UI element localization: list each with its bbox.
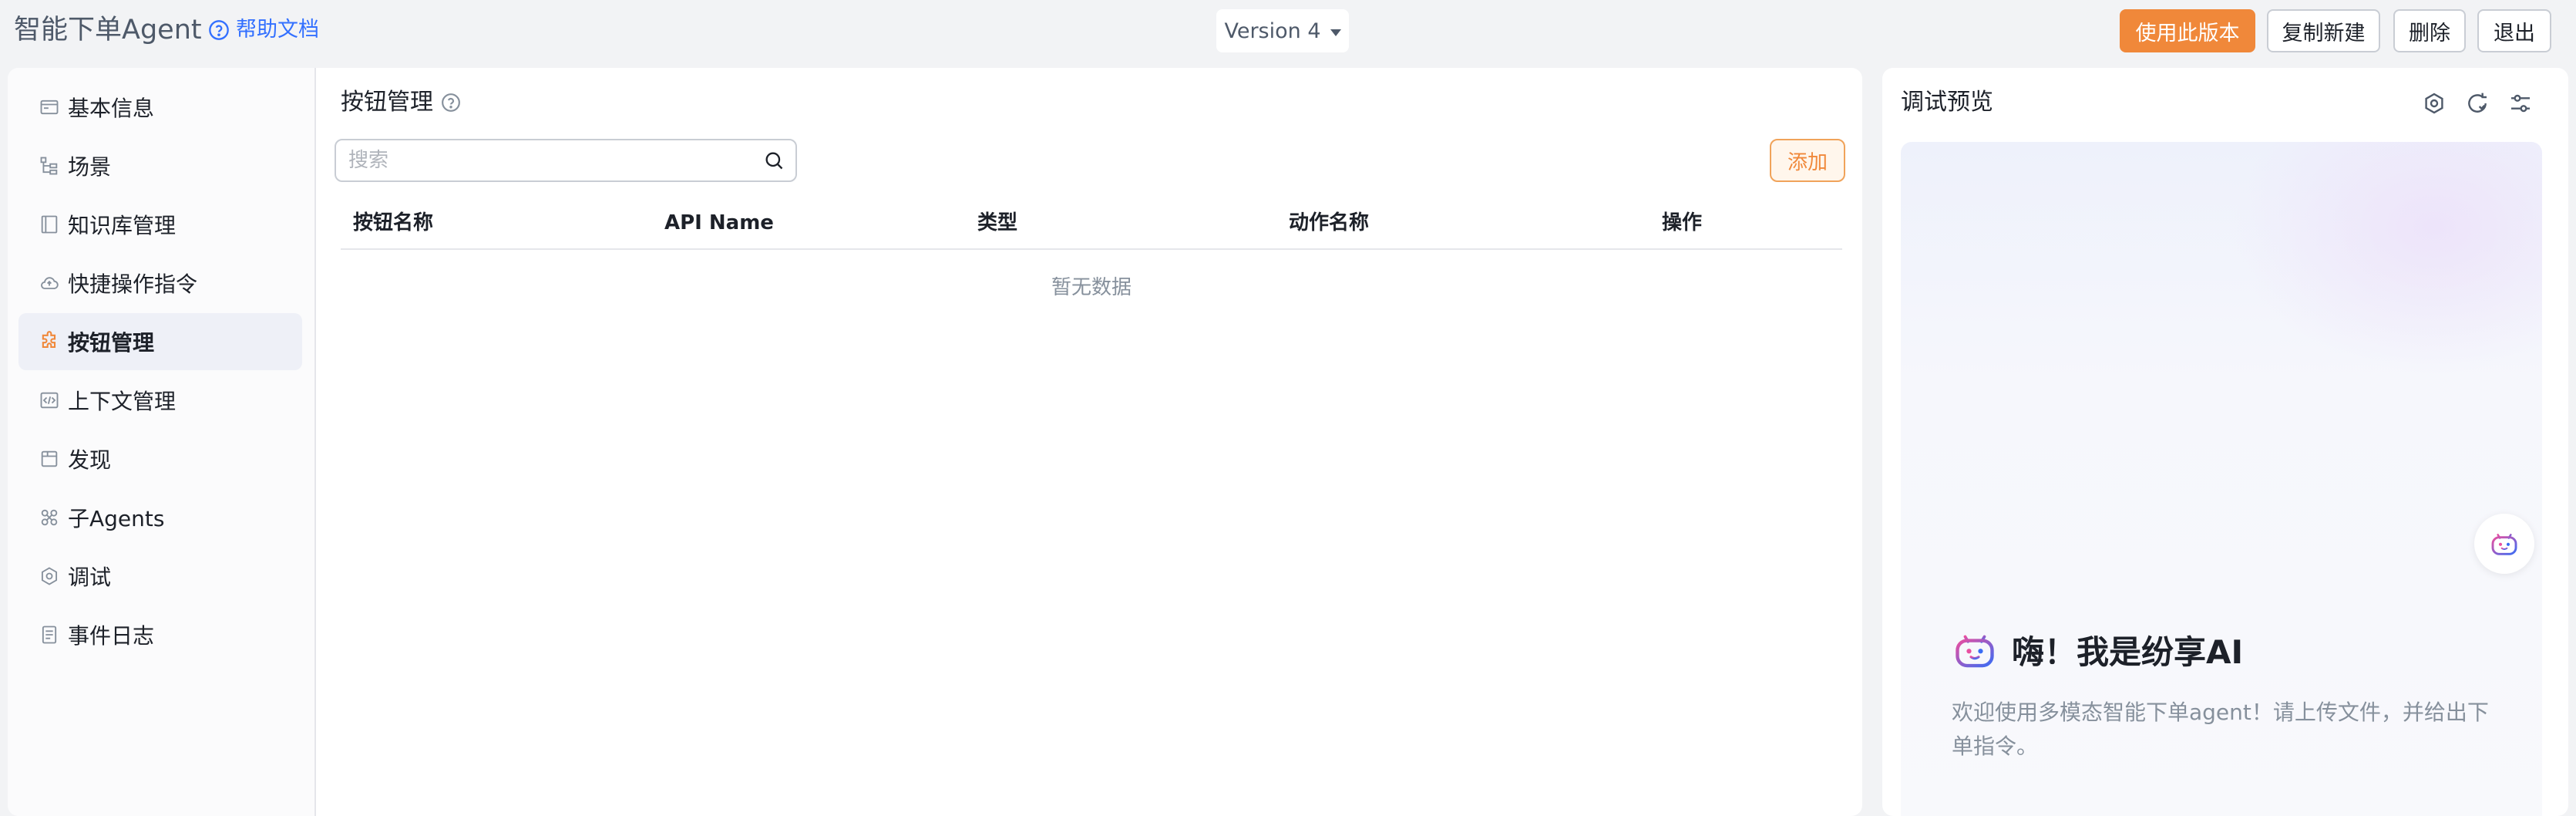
version-label: Version 4 [1224,19,1321,43]
copy-new-button[interactable]: 复制新建 [2267,9,2380,52]
cloud-icon [41,277,59,289]
sidebar-item-label: 子Agents [68,506,165,531]
sidebar-item-shortcut[interactable]: 快捷操作指令 [18,255,302,312]
greeting-description: 欢迎使用多模态智能下单agent！请上传文件，并给出下单指令。 [1952,700,2489,759]
sidebar-item-label: 知识库管理 [68,213,177,238]
exit-button[interactable]: 退出 [2477,9,2551,52]
greeting: 嗨！我是纷享AI [1952,626,2243,673]
app-title: 智能下单Agent [14,15,202,46]
chat-area: 嗨！我是纷享AI 欢迎使用多模态智能下单agent！请上传文件，并给出下单指令。 [1901,142,2542,816]
table-header: 按钮名称 API Name 类型 动作名称 操作 [341,196,1842,250]
log-icon [42,625,57,644]
bot-icon [2491,534,2517,555]
sidebar-item-scene[interactable]: 场景 [18,137,302,194]
sidebar-item-label: 快捷操作指令 [68,271,198,297]
code-icon [40,392,59,409]
search-box[interactable] [335,139,797,182]
refresh-icon[interactable] [2465,91,2490,116]
button-manage-content: 按钮管理 添加 按钮名称 API Name 类型 动作名称 操作 暂无数据 [316,68,1862,816]
link-icon [41,509,58,526]
sidebar: 基本信息 场景 知识库管理 快捷操作指令 按钮管理 上下文管理 发现 子Agen… [8,68,316,816]
sidebar-item-label: 发现 [68,447,112,473]
search-input[interactable] [348,149,763,172]
column-header-api-name: API Name [664,211,774,234]
sliders-icon[interactable] [2508,91,2533,116]
version-select[interactable]: Version 4 [1216,9,1349,52]
sidebar-item-label: 按钮管理 [68,330,155,356]
sidebar-item-label: 基本信息 [68,96,155,121]
help-circle-icon [209,20,229,40]
chevron-down-icon [1330,29,1341,36]
floating-assistant-button[interactable] [2474,514,2534,574]
book-icon [41,215,58,234]
sidebar-item-label: 调试 [68,565,112,590]
sidebar-item-debug[interactable]: 调试 [18,548,302,605]
box-icon [41,450,58,467]
delete-button[interactable]: 删除 [2393,9,2466,52]
button-table: 按钮名称 API Name 类型 动作名称 操作 暂无数据 [341,196,1842,300]
search-icon[interactable] [763,150,785,171]
main-panel: 基本信息 场景 知识库管理 快捷操作指令 按钮管理 上下文管理 发现 子Agen… [8,68,1862,816]
add-button[interactable]: 添加 [1770,139,1845,182]
top-bar: 智能下单Agent 帮助文档 Version 4 使用此版本 复制新建 删除 退… [0,0,2576,66]
empty-state-text: 暂无数据 [1051,276,1132,299]
sidebar-item-discover[interactable]: 发现 [18,430,302,487]
sidebar-item-event-log[interactable]: 事件日志 [18,606,302,663]
page-title: 按钮管理 [341,89,433,116]
sidebar-item-button-manage[interactable]: 按钮管理 [18,313,302,370]
help-link[interactable]: 帮助文档 [208,15,319,45]
sidebar-item-label: 上下文管理 [68,389,177,414]
sidebar-item-sub-agents[interactable]: 子Agents [18,489,302,546]
help-label: 帮助文档 [236,18,319,42]
sidebar-item-knowledge[interactable]: 知识库管理 [18,196,302,253]
card-icon [40,99,59,115]
gear-icon [41,567,58,585]
column-header-type: 类型 [977,211,1018,234]
tree-icon [40,157,58,175]
bot-icon [1956,635,1994,667]
use-version-button[interactable]: 使用此版本 [2120,9,2255,52]
puzzle-icon [42,331,56,349]
greeting-title: 嗨！我是纷享AI [2012,633,2244,671]
sidebar-item-label: 场景 [68,154,112,180]
column-header-operation: 操作 [1662,211,1703,234]
preview-title: 调试预览 [1901,89,1993,116]
sidebar-item-basic-info[interactable]: 基本信息 [18,79,302,136]
column-header-action-name: 动作名称 [1289,211,1370,234]
sidebar-item-context[interactable]: 上下文管理 [18,372,302,429]
section-header: 按钮管理 [341,85,461,120]
help-circle-icon[interactable] [441,93,461,113]
column-header-button-name: 按钮名称 [353,211,434,234]
debug-preview-panel: 调试预览 嗨！我是纷享AI 欢迎使用多模态智能下单agent！请上传文件，并给出… [1882,68,2568,816]
settings-icon[interactable] [2422,91,2447,116]
sidebar-item-label: 事件日志 [68,623,155,649]
